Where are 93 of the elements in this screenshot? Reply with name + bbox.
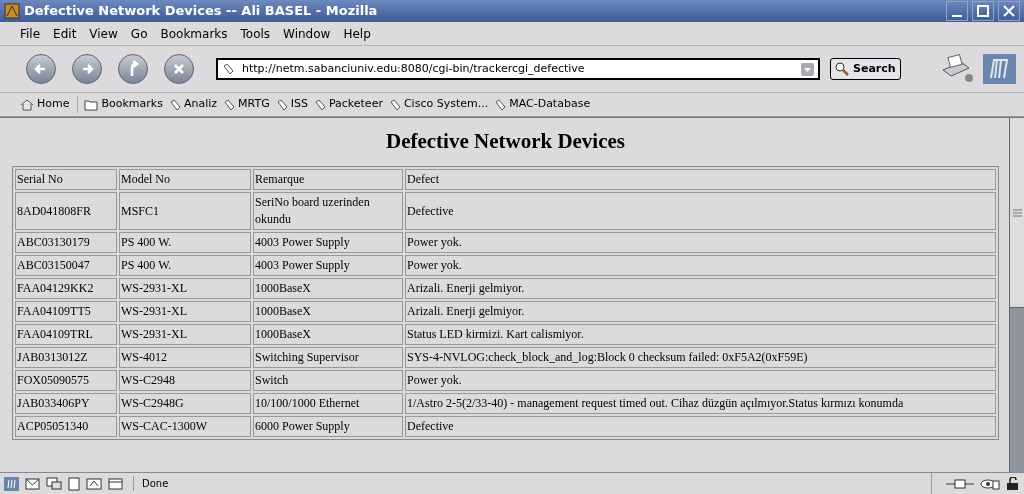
- bookmark-item[interactable]: MAC-Database: [494, 96, 591, 113]
- table-cell: Status LED kirmizi. Kart calismiyor.: [405, 324, 996, 345]
- table-cell: ABC03150047: [15, 255, 117, 276]
- menu-item[interactable]: Help: [343, 24, 371, 43]
- table-cell: FOX05090575: [15, 370, 117, 391]
- home-button[interactable]: Home: [20, 96, 79, 113]
- table-cell: ABC03130179: [15, 232, 117, 253]
- mail-icon[interactable]: [25, 477, 40, 490]
- table-cell: JAB0313012Z: [15, 347, 117, 368]
- minimize-button[interactable]: [946, 1, 968, 21]
- table-cell: 6000 Power Supply: [253, 416, 403, 437]
- table-cell: PS 400 W.: [119, 232, 251, 253]
- search-button[interactable]: Search: [830, 58, 901, 80]
- home-icon: [20, 98, 34, 111]
- table-cell: WS-CAC-1300W: [119, 416, 251, 437]
- bookmark-icon: [275, 98, 288, 111]
- table-cell: WS-4012: [119, 347, 251, 368]
- bookmark-icon: [223, 98, 236, 111]
- table-cell: 8AD041808FR: [15, 192, 117, 230]
- menu-item[interactable]: Edit: [53, 24, 77, 43]
- bookmark-item[interactable]: Analiz: [168, 96, 218, 113]
- table-cell: 1000BaseX: [253, 324, 403, 345]
- column-header: Serial No: [15, 169, 117, 190]
- table-cell: Power yok.: [405, 255, 996, 276]
- column-header: Remarque: [253, 169, 403, 190]
- table-cell: WS-2931-XL: [119, 324, 251, 345]
- table-cell: SeriNo board uzerinden okundu: [253, 192, 403, 230]
- bookmark-item[interactable]: Cisco System...: [388, 96, 489, 113]
- forward-button[interactable]: [72, 54, 102, 84]
- table-cell: MSFC1: [119, 192, 251, 230]
- menu-item[interactable]: Tools: [240, 24, 271, 43]
- grip-icon: [1012, 208, 1022, 217]
- table-cell: Switching Supervisor: [253, 347, 403, 368]
- stop-button[interactable]: [164, 54, 194, 84]
- bookmark-item[interactable]: MRTG: [223, 96, 270, 113]
- maximize-icon: [977, 5, 989, 17]
- table-cell: ACP05051340: [15, 416, 117, 437]
- table-cell: Switch: [253, 370, 403, 391]
- table-cell: 1000BaseX: [253, 301, 403, 322]
- table-cell: Power yok.: [405, 370, 996, 391]
- back-button[interactable]: [26, 54, 56, 84]
- table-cell: Arizali. Enerji gelmiyor.: [405, 278, 996, 299]
- menu-item[interactable]: Go: [130, 24, 148, 43]
- minimize-icon: [952, 15, 962, 17]
- page-icon: [222, 63, 234, 75]
- close-icon: [1003, 5, 1015, 17]
- table-cell: 10/100/1000 Ethernet: [253, 393, 403, 414]
- maximize-button[interactable]: [972, 1, 994, 21]
- table-cell: WS-C2948G: [119, 393, 251, 414]
- folder-icon: [84, 98, 99, 111]
- bookmark-item[interactable]: Bookmarks: [84, 96, 163, 113]
- table-cell: WS-2931-XL: [119, 301, 251, 322]
- reload-button[interactable]: [118, 54, 148, 84]
- menu-item[interactable]: Bookmarks: [160, 24, 228, 43]
- table-cell: FAA04109TRL: [15, 324, 117, 345]
- table-cell: FAA04129KK2: [15, 278, 117, 299]
- window-title: Defective Network Devices -- Ali BASEL - Mozilla: [24, 2, 378, 21]
- bookmark-icon: [494, 98, 507, 111]
- table-cell: JAB033406PY: [15, 393, 117, 414]
- search-icon: [835, 62, 849, 76]
- table-cell: FAA04109TT5: [15, 301, 117, 322]
- address-field[interactable]: http://netm.sabanciuniv.edu:8080/cgi-bin/trackercgi_defective: [216, 58, 820, 80]
- bookmark-item[interactable]: Packeteer: [313, 96, 383, 113]
- table-cell: Arizali. Enerji gelmiyor.: [405, 301, 996, 322]
- column-header: Defect: [405, 169, 996, 190]
- table-cell: SYS-4-NVLOG:check_block_and_log:Block 0 checksum failed: 0xF5A2(0xF59E): [405, 347, 996, 368]
- lock-icon[interactable]: [1006, 476, 1020, 491]
- page-heading: Defective Network Devices: [385, 128, 626, 156]
- status-text: Done: [133, 476, 169, 491]
- menu-item[interactable]: File: [20, 24, 41, 43]
- bookmark-icon: [388, 98, 401, 111]
- bookmark-icon: [168, 98, 181, 111]
- bookmark-item[interactable]: ISS: [275, 96, 308, 113]
- table-cell: 4003 Power Supply: [253, 255, 403, 276]
- table-cell: PS 400 W.: [119, 255, 251, 276]
- app-icon: [4, 3, 20, 19]
- bookmark-icon: [313, 98, 326, 111]
- scrollbar[interactable]: [1009, 118, 1024, 472]
- connection-icon[interactable]: [946, 477, 974, 490]
- table-cell: 1000BaseX: [253, 278, 403, 299]
- table-cell: Power yok.: [405, 232, 996, 253]
- table-cell: WS-C2948: [119, 370, 251, 391]
- table-cell: 1/Astro 2-5(2/33-40) - management request timed out. Cihaz düzgün açılmıyor.Status kırmızı konumda: [405, 393, 996, 414]
- table-cell: 4003 Power Supply: [253, 232, 403, 253]
- menu-item[interactable]: Window: [283, 24, 331, 43]
- column-header: Model No: [119, 169, 251, 190]
- table-cell: Defective: [405, 192, 996, 230]
- dropdown-icon: [801, 62, 814, 76]
- table-cell: Defective: [405, 416, 996, 437]
- mozilla-logo-icon[interactable]: [983, 54, 1016, 84]
- table-cell: WS-2931-XL: [119, 278, 251, 299]
- close-button[interactable]: [998, 1, 1020, 21]
- menu-item[interactable]: View: [89, 24, 118, 43]
